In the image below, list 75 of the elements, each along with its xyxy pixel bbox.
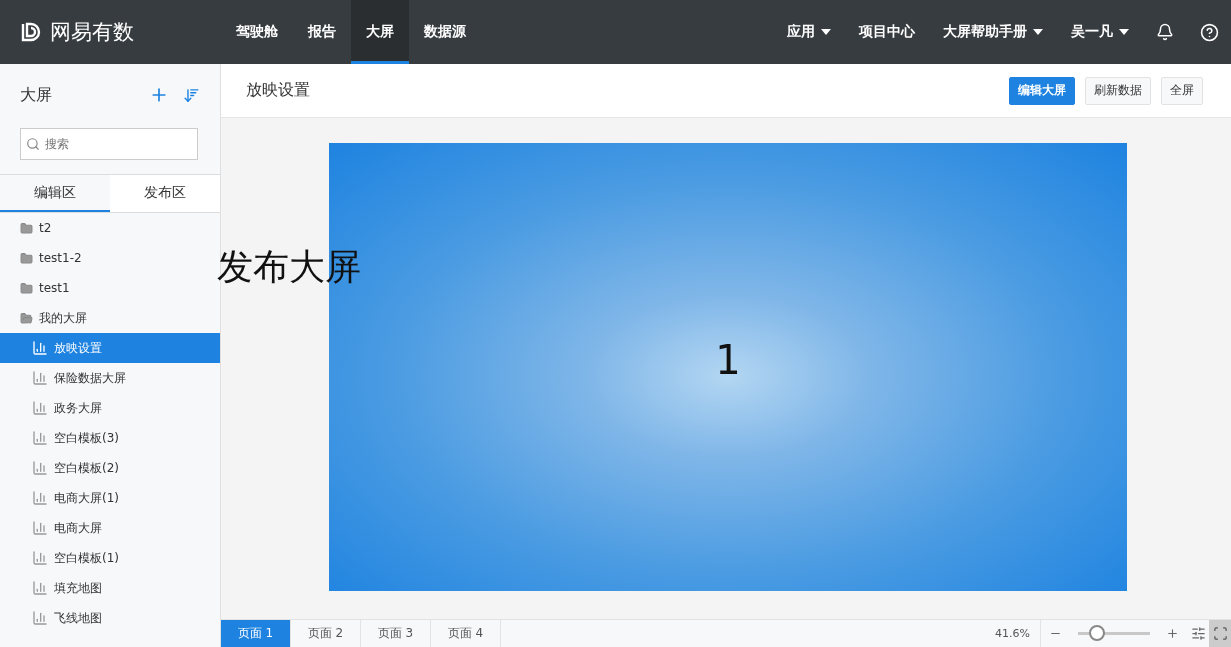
nav-tab[interactable]: 数据源 bbox=[409, 0, 481, 64]
screen-item[interactable]: 空白模板(3) bbox=[0, 423, 220, 453]
screen-label: 填充地图 bbox=[54, 579, 102, 597]
caret-icon bbox=[1033, 29, 1043, 35]
screen-label: 空白模板(1) bbox=[54, 549, 119, 567]
sidebar-tab[interactable]: 发布区 bbox=[110, 175, 220, 212]
folder-icon bbox=[20, 281, 33, 295]
chart-icon bbox=[32, 610, 48, 626]
screen-item[interactable]: 政务大屏 bbox=[0, 393, 220, 423]
screen-item[interactable]: 飞线地图 bbox=[0, 603, 220, 633]
screen-label: 政务大屏 bbox=[54, 399, 102, 417]
slider-thumb[interactable] bbox=[1089, 625, 1106, 641]
chart-icon bbox=[32, 460, 48, 476]
screen-label: 保险数据大屏 bbox=[54, 369, 126, 387]
fit-width-icon[interactable] bbox=[1190, 626, 1206, 641]
folder-item[interactable]: test1-2 bbox=[0, 243, 220, 273]
fit-screen-icon[interactable] bbox=[1212, 626, 1228, 641]
screen-label: 空白模板(3) bbox=[54, 429, 119, 447]
folder-label: t2 bbox=[39, 221, 52, 235]
folder-icon bbox=[20, 251, 33, 265]
chart-icon bbox=[32, 520, 48, 536]
bell-icon[interactable] bbox=[1156, 23, 1174, 41]
search-icon bbox=[26, 137, 40, 151]
screen-label: 空白模板(2) bbox=[54, 459, 119, 477]
screen-item[interactable]: 空白模板(2) bbox=[0, 453, 220, 483]
nav-dropdown[interactable]: 应用 bbox=[773, 0, 845, 64]
screen-item[interactable]: 电商大屏 bbox=[0, 513, 220, 543]
folder-item[interactable]: 我的大屏 bbox=[0, 303, 220, 333]
chart-icon bbox=[32, 580, 48, 596]
page-tab[interactable]: 页面 3 bbox=[361, 620, 431, 647]
nav-tab[interactable]: 驾驶舱 bbox=[221, 0, 293, 64]
screen-label: 飞线地图 bbox=[54, 609, 102, 627]
brand-name: 网易有数 bbox=[50, 19, 134, 46]
toolbar-button[interactable]: 刷新数据 bbox=[1085, 76, 1151, 105]
screen-label: 电商大屏(1) bbox=[54, 489, 119, 507]
nav-tab[interactable]: 报告 bbox=[293, 0, 351, 64]
screen-item[interactable]: 保险数据大屏 bbox=[0, 363, 220, 393]
screen-item[interactable]: 填充地图 bbox=[0, 573, 220, 603]
folder-label: 我的大屏 bbox=[39, 309, 87, 327]
chart-icon bbox=[32, 400, 48, 416]
folder-label: test1 bbox=[39, 281, 70, 295]
edit-button[interactable]: 编辑大屏 bbox=[1009, 76, 1075, 105]
page-tab[interactable]: 页面 1 bbox=[221, 620, 291, 647]
toolbar-button[interactable]: 全屏 bbox=[1161, 76, 1203, 105]
zoom-reading: 41.6% bbox=[995, 627, 1031, 640]
screen-label: 电商大屏 bbox=[54, 519, 102, 537]
search-field[interactable]: 搜索 bbox=[20, 128, 198, 160]
chart-icon bbox=[32, 550, 48, 566]
page-tab[interactable]: 页面 4 bbox=[431, 620, 501, 647]
caret-icon bbox=[821, 29, 831, 35]
chart-icon bbox=[32, 370, 48, 386]
help-icon[interactable] bbox=[1199, 22, 1219, 42]
page-tab[interactable]: 页面 2 bbox=[291, 620, 361, 647]
screen-item[interactable]: 放映设置 bbox=[0, 333, 220, 363]
chart-icon bbox=[32, 490, 48, 506]
screen-label: 放映设置 bbox=[54, 339, 102, 357]
nav-link[interactable]: 项目中心 bbox=[845, 0, 929, 64]
chart-icon bbox=[32, 430, 48, 446]
folder-item[interactable]: t2 bbox=[0, 213, 220, 243]
chart-icon bbox=[32, 340, 48, 356]
folder-icon bbox=[20, 311, 33, 325]
sort-icon[interactable] bbox=[183, 86, 200, 104]
screen-item[interactable]: 电商大屏(1) bbox=[0, 483, 220, 513]
zoom-in-icon[interactable] bbox=[1166, 627, 1179, 640]
nav-dropdown[interactable]: 大屏帮助手册 bbox=[929, 0, 1057, 64]
caret-icon bbox=[1119, 29, 1129, 35]
toolbar-title: 放映设置 bbox=[246, 80, 311, 101]
preview-text: 1 bbox=[715, 336, 741, 383]
sidebar-title: 大屏 bbox=[20, 84, 53, 106]
folder-icon bbox=[20, 221, 33, 235]
screen-item[interactable]: 空白模板(1) bbox=[0, 543, 220, 573]
folder-label: test1-2 bbox=[39, 251, 82, 265]
logo-icon bbox=[20, 21, 42, 43]
nav-dropdown[interactable]: 吴一凡 bbox=[1057, 0, 1143, 64]
nav-tab[interactable]: 大屏 bbox=[351, 0, 409, 64]
